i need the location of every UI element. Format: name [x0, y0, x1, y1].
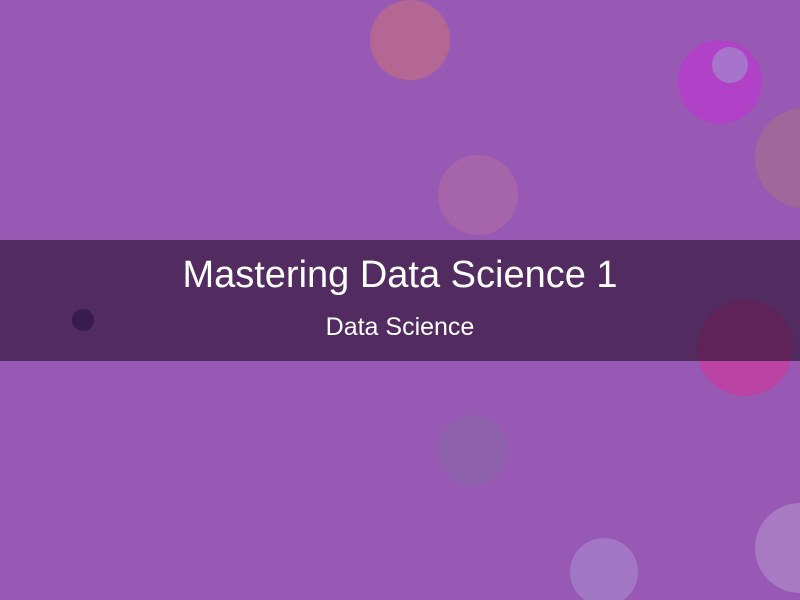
- bubble: [712, 47, 748, 83]
- bubble: [370, 0, 450, 80]
- bubble: [438, 415, 508, 485]
- slide-subtitle: Data Science: [325, 313, 475, 341]
- slide-title: Mastering Data Science 1: [182, 254, 618, 296]
- bubble: [438, 155, 518, 235]
